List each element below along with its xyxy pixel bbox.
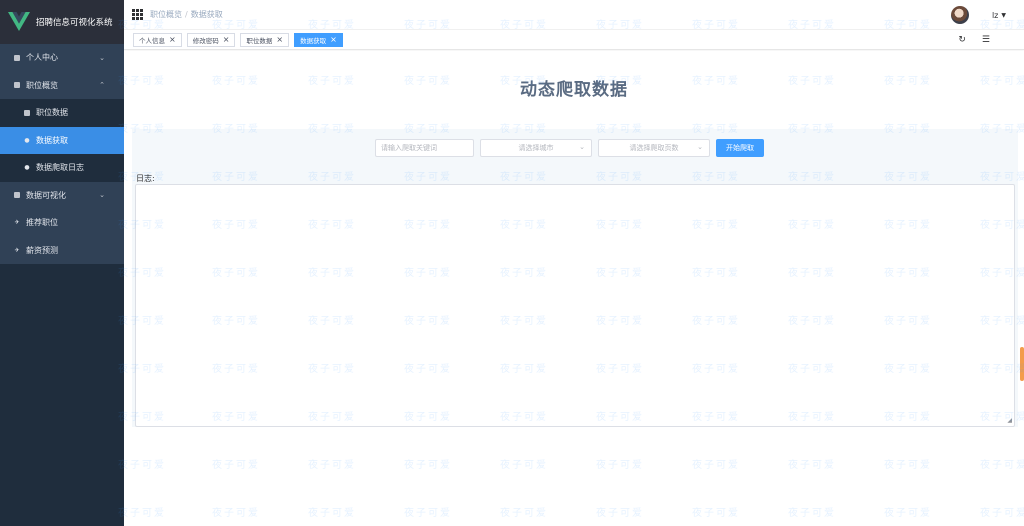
brand[interactable]: 招聘信息可视化系统 xyxy=(0,0,124,44)
send-icon: ✈ xyxy=(14,246,20,254)
crawl-panel: 请选择城市 ⌄ 请选择爬取页数 ⌄ 开始爬取 日志: ◢ xyxy=(132,129,1018,427)
sidebar-item-label: 数据可视化 xyxy=(26,190,66,200)
tags-actions: ↻ ☰ xyxy=(942,30,990,50)
sidebar-submenu: 职位数据 ● 数据获取 ● 数据爬取日志 xyxy=(0,99,124,182)
resize-grip-icon[interactable]: ◢ xyxy=(1007,417,1012,424)
keyword-input[interactable] xyxy=(381,144,468,152)
sidebar-item-label: 薪资预测 xyxy=(26,245,58,255)
vue-logo-icon xyxy=(8,12,30,31)
document-icon xyxy=(14,54,20,61)
main-content: 动态爬取数据 请选择城市 ⌄ 请选择爬取页数 ⌄ 开始爬取 日志: ◢ xyxy=(124,51,1024,526)
tags-view: 个人信息 × 修改密码 × 职位数据 × 数据获取 × ↻ ☰ xyxy=(124,30,1024,50)
sidebar-item-recommend[interactable]: ✈ 推荐职位 xyxy=(0,209,124,237)
document-icon xyxy=(14,82,20,89)
log-textarea-wrapper: ◢ xyxy=(135,184,1015,427)
tag-label: 数据获取 xyxy=(300,36,327,45)
sidebar-item-label: 推荐职位 xyxy=(26,218,58,228)
document-icon xyxy=(14,192,20,199)
sidebar-item-data-fetch[interactable]: ● 数据获取 xyxy=(0,126,124,154)
header-right: lz ▼ xyxy=(950,0,1024,30)
chevron-down-icon: ⌄ xyxy=(99,53,105,62)
breadcrumb-item-current: 数据获取 xyxy=(190,10,223,19)
avatar[interactable] xyxy=(950,6,969,24)
log-textarea[interactable] xyxy=(136,185,1014,426)
sidebar-item-visualization[interactable]: 数据可视化 ⌄ xyxy=(0,182,124,210)
sidebar-item-job-overview[interactable]: 职位概览 ⌃ xyxy=(0,71,124,99)
sidebar-item-label: 职位概览 xyxy=(26,80,58,90)
keyword-input-wrapper xyxy=(375,139,474,157)
tag-label: 个人信息 xyxy=(139,36,165,45)
tag-label: 职位数据 xyxy=(246,36,273,45)
close-icon[interactable]: × xyxy=(276,35,283,44)
hamburger-grid-icon[interactable] xyxy=(132,8,144,21)
page-title: 动态爬取数据 xyxy=(520,80,628,100)
user-icon: ● xyxy=(24,136,30,144)
send-icon: ✈ xyxy=(14,219,20,227)
city-select[interactable]: 请选择城市 ⌄ xyxy=(480,139,592,157)
tag-label: 修改密码 xyxy=(192,36,219,45)
close-icon[interactable]: × xyxy=(330,35,337,44)
breadcrumb: 职位概览 / 数据获取 xyxy=(150,9,223,20)
user-icon: ● xyxy=(24,164,30,172)
close-icon[interactable]: × xyxy=(223,35,230,44)
sidebar-menu: 个人中心 ⌄ 职位概览 ⌃ 职位数据 ● 数据获取 ● 数据爬取日志 数据可视化 xyxy=(0,44,124,264)
pages-select-placeholder: 请选择爬取页数 xyxy=(629,144,679,152)
app-title: 招聘信息可视化系统 xyxy=(36,18,113,28)
chevron-up-icon: ⌃ xyxy=(99,81,105,90)
tag-job-data[interactable]: 职位数据 × xyxy=(240,32,290,47)
sidebar-item-job-data[interactable]: 职位数据 xyxy=(0,99,124,127)
sidebar-item-crawl-log[interactable]: ● 数据爬取日志 xyxy=(0,154,124,182)
navbar: 职位概览 / 数据获取 lz ▼ xyxy=(124,0,1024,30)
tag-data-fetch[interactable]: 数据获取 × xyxy=(294,32,343,47)
tag-change-password[interactable]: 修改密码 × xyxy=(186,32,236,47)
sidebar-item-label: 个人中心 xyxy=(26,53,58,63)
sidebar-item-label: 职位数据 xyxy=(36,108,68,118)
user-dropdown[interactable]: lz ▼ xyxy=(992,11,1006,20)
chevron-down-icon: ⌄ xyxy=(697,143,703,151)
breadcrumb-separator: / xyxy=(185,10,188,19)
sidebar-item-label: 数据爬取日志 xyxy=(36,163,84,173)
sidebar-item-salary-predict[interactable]: ✈ 薪资预测 xyxy=(0,237,124,265)
breadcrumb-item[interactable]: 职位概览 xyxy=(150,10,182,19)
caret-down-icon: ▼ xyxy=(1001,11,1006,19)
sidebar-item-personal-center[interactable]: 个人中心 ⌄ xyxy=(0,44,124,72)
settings-sliders-icon[interactable]: ☰ xyxy=(982,35,990,45)
crawl-toolbar: 请选择城市 ⌄ 请选择爬取页数 ⌄ 开始爬取 xyxy=(375,139,764,157)
document-icon xyxy=(24,109,30,116)
pages-select[interactable]: 请选择爬取页数 ⌄ xyxy=(598,139,710,157)
chevron-down-icon: ⌄ xyxy=(579,143,585,151)
scrollbar-thumb[interactable] xyxy=(1020,347,1024,381)
log-label: 日志: xyxy=(136,174,155,183)
start-crawl-button[interactable]: 开始爬取 xyxy=(716,139,764,157)
username: lz xyxy=(991,10,999,20)
sidebar-item-label: 数据获取 xyxy=(36,135,68,145)
tag-personal-info[interactable]: 个人信息 × xyxy=(133,32,182,47)
sidebar: 招聘信息可视化系统 个人中心 ⌄ 职位概览 ⌃ 职位数据 ● 数据获取 ● 数据… xyxy=(0,0,124,526)
city-select-placeholder: 请选择城市 xyxy=(518,144,554,152)
chevron-down-icon: ⌄ xyxy=(99,191,105,200)
close-icon[interactable]: × xyxy=(169,35,176,44)
refresh-icon[interactable]: ↻ xyxy=(958,35,966,45)
